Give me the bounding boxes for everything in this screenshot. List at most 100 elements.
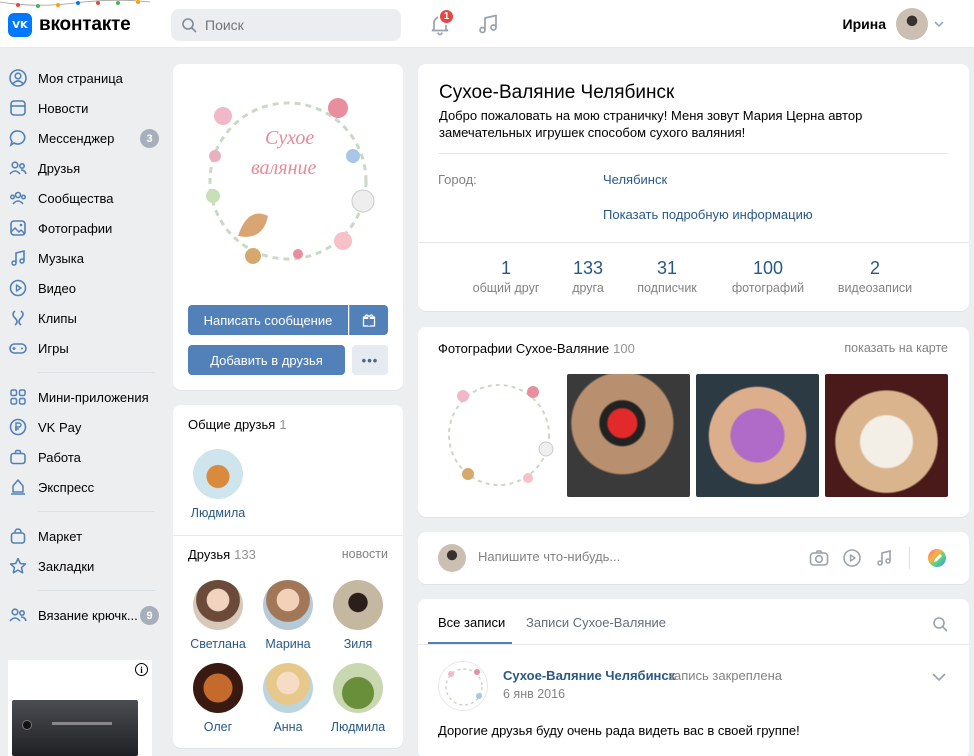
friend-avatar[interactable] — [193, 663, 243, 713]
ad-amplifier-image[interactable] — [12, 700, 138, 756]
gift-button[interactable] — [349, 305, 388, 335]
sidebar-item-friends[interactable]: Друзья — [0, 153, 165, 183]
user-menu[interactable]: Ирина — [843, 8, 944, 40]
friend-avatar[interactable] — [193, 449, 243, 499]
vk-logo[interactable]: VK вконтакте — [8, 13, 131, 37]
profile-avatar[interactable]: Сухое валяние — [193, 86, 383, 276]
sidebar-item-work[interactable]: Работа — [0, 442, 165, 472]
apps-icon — [8, 387, 28, 407]
music-icon[interactable] — [873, 547, 895, 569]
camera-icon[interactable] — [808, 547, 830, 569]
photos-title: Фотографии Сухое-Валяние — [438, 341, 610, 356]
more-actions-button[interactable]: ••• — [352, 345, 388, 375]
sidebar-item-label: Сообщества — [38, 190, 114, 206]
express-icon — [8, 477, 28, 497]
color-wheel-icon[interactable] — [926, 547, 948, 569]
post-compose-input[interactable]: Напишите что-нибудь... — [478, 549, 620, 564]
svg-text:валяние: валяние — [251, 157, 316, 179]
sidebar-item-vk-pay[interactable]: VK Pay — [0, 412, 165, 442]
sidebar-item-label: Музыка — [38, 250, 84, 266]
sidebar-item-music[interactable]: Музыка — [0, 243, 165, 273]
stat-common-friends[interactable]: 1 общий друг — [461, 258, 551, 295]
gift-icon — [362, 314, 376, 327]
sidebar-item-label: Экспресс — [38, 479, 95, 495]
search-box[interactable] — [171, 9, 401, 41]
friend-name[interactable]: Олег — [183, 720, 253, 734]
show-more-info-link[interactable]: Показать подробную информацию — [603, 207, 813, 222]
user-avatar — [896, 8, 928, 40]
chevron-down-icon[interactable] — [932, 673, 946, 681]
sidebar-item-clips[interactable]: Клипы — [0, 303, 165, 333]
friend-avatar[interactable] — [263, 663, 313, 713]
post-compose-card[interactable]: Напишите что-нибудь... — [418, 532, 969, 584]
stat-label: фотографий — [731, 281, 805, 295]
music-player-icon[interactable] — [476, 12, 500, 36]
video-icon[interactable] — [841, 547, 863, 569]
sidebar-item-photos[interactable]: Фотографии — [0, 213, 165, 243]
sidebar-item-express[interactable]: Экспресс — [0, 472, 165, 502]
music-icon — [8, 248, 28, 268]
photo-thumbnail[interactable] — [696, 374, 819, 497]
sidebar-item-communities[interactable]: Сообщества — [0, 183, 165, 213]
city-label: Город: — [438, 172, 477, 187]
ad-knob — [22, 720, 32, 730]
show-on-map-link[interactable]: показать на карте — [844, 341, 948, 355]
friends-count: 133 — [234, 547, 256, 562]
common-friends-title: Общие друзья — [188, 417, 276, 432]
top-header: VK вконтакте 1 Ирина — [0, 0, 974, 48]
friend-avatar[interactable] — [263, 580, 313, 630]
group-count-badge: 9 — [140, 606, 159, 625]
photos-header[interactable]: Фотографии Сухое-Валяние 100 — [438, 341, 635, 356]
sidebar-item-my-page[interactable]: Моя страница — [0, 63, 165, 93]
sidebar-item-label: Работа — [38, 449, 81, 465]
tab-owner-posts[interactable]: Записи Сухое-Валяние — [526, 615, 666, 630]
friends-header[interactable]: Друзья 133 — [188, 547, 256, 562]
add-friend-button[interactable]: Добавить в друзья — [188, 345, 345, 375]
post-author-avatar[interactable] — [438, 661, 488, 711]
post-date[interactable]: 6 янв 2016 — [503, 687, 565, 701]
photo-thumbnail[interactable] — [438, 374, 561, 497]
sidebar-item-messenger[interactable]: Мессенджер 3 — [0, 123, 165, 153]
friend-name[interactable]: Людмила — [323, 720, 393, 734]
sidebar-item-news[interactable]: Новости — [0, 93, 165, 123]
photos-card: Фотографии Сухое-Валяние 100 показать на … — [418, 327, 969, 517]
sidebar-item-label: Моя страница — [38, 70, 123, 86]
friends-news-link[interactable]: новости — [342, 547, 388, 561]
bag-icon — [8, 526, 28, 546]
sidebar-item-mini-apps[interactable]: Мини-приложения — [0, 382, 165, 412]
friend-name[interactable]: Светлана — [183, 637, 253, 651]
search-input[interactable] — [205, 17, 375, 33]
tab-all-posts[interactable]: Все записи — [438, 615, 505, 630]
stat-photos[interactable]: 100 фотографий — [723, 258, 813, 295]
friend-avatar[interactable] — [333, 663, 383, 713]
sidebar-item-market[interactable]: Маркет — [0, 521, 165, 551]
friend-avatar[interactable] — [333, 580, 383, 630]
send-message-button[interactable]: Написать сообщение — [188, 305, 348, 335]
stat-number: 100 — [752, 258, 784, 278]
stat-followers[interactable]: 31 подписчик — [622, 258, 712, 295]
post-author-name[interactable]: Сухое-Валяние Челябинск — [503, 668, 675, 683]
search-icon[interactable] — [932, 616, 948, 632]
sidebar-item-crochet-group[interactable]: Вязание крючк... 9 — [0, 600, 165, 630]
star-icon — [8, 556, 28, 576]
friend-name[interactable]: Анна — [253, 720, 323, 734]
friend-avatar[interactable] — [193, 580, 243, 630]
briefcase-icon — [8, 447, 28, 467]
user-name: Ирина — [842, 16, 886, 32]
common-friends-header[interactable]: Общие друзья 1 — [188, 417, 287, 432]
sidebar-item-bookmarks[interactable]: Закладки — [0, 551, 165, 581]
photo-thumbnail[interactable] — [567, 374, 690, 497]
stat-friends[interactable]: 133 друга — [543, 258, 633, 295]
post-text: Дорогие друзья буду очень рада видеть ва… — [438, 723, 800, 738]
ad-info-icon[interactable]: i — [135, 663, 148, 676]
friend-name[interactable]: Марина — [253, 637, 323, 651]
stat-videos[interactable]: 2 видеозаписи — [830, 258, 920, 295]
friend-name[interactable]: Людмила — [183, 506, 253, 520]
chevron-down-icon — [934, 21, 944, 27]
city-link[interactable]: Челябинск — [603, 172, 667, 187]
sidebar-item-games[interactable]: Игры — [0, 333, 165, 363]
sidebar-item-video[interactable]: Видео — [0, 273, 165, 303]
photo-thumbnail[interactable] — [825, 374, 948, 497]
news-icon — [8, 98, 28, 118]
friend-name[interactable]: Зиля — [323, 637, 393, 651]
